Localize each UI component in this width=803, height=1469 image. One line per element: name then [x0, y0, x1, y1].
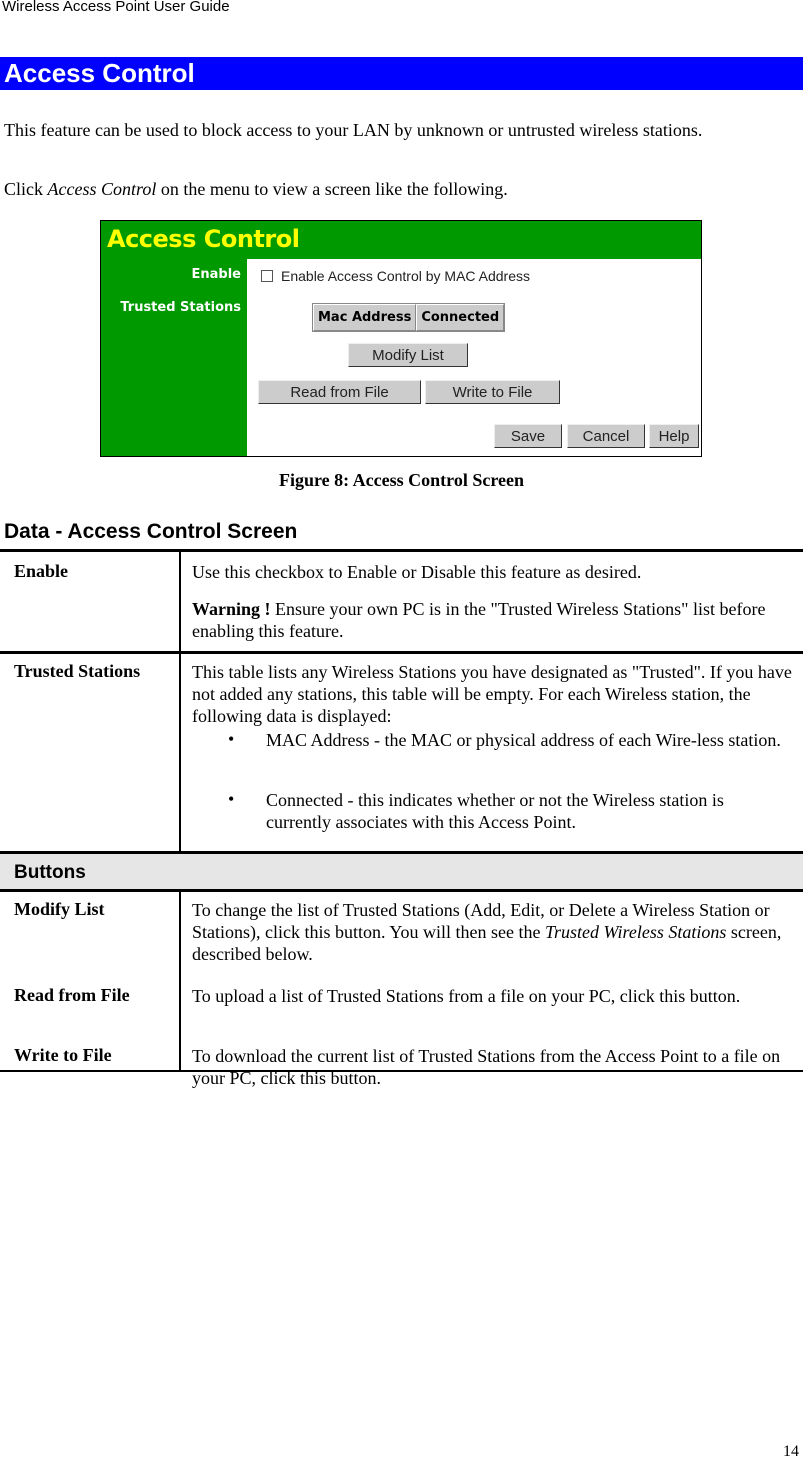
help-button[interactable]: Help — [649, 424, 699, 448]
table-rule — [0, 889, 803, 892]
desc-enable-warning: Warning ! Ensure your own PC is in the "… — [192, 598, 792, 642]
term-trusted-stations: Trusted Stations — [14, 661, 141, 681]
section-title-bar: Access Control — [0, 57, 803, 90]
column-divider — [179, 892, 181, 1072]
table-rule — [0, 549, 803, 552]
column-divider — [179, 654, 181, 851]
warning-text: Ensure your own PC is in the "Trusted Wi… — [192, 599, 766, 641]
desc-modify-list: To change the list of Trusted Stations (… — [192, 899, 792, 965]
figure-sidebar: Enable Trusted Stations — [101, 259, 247, 456]
term-enable: Enable — [14, 561, 69, 581]
read-from-file-button[interactable]: Read from File — [258, 380, 421, 404]
page-number: 14 — [783, 1443, 799, 1460]
column-header-connected: Connected — [416, 304, 505, 331]
bullet-connected: Connected - this indicates whether or no… — [266, 790, 724, 832]
buttons-band: Buttons — [0, 854, 803, 889]
table-rule — [0, 1070, 803, 1072]
desc-trusted-stations: This table lists any Wireless Stations y… — [192, 662, 792, 726]
figure-title: Access Control — [107, 225, 300, 253]
desc-write-to-file: To download the current list of Trusted … — [192, 1046, 781, 1088]
intro-paragraph: This feature can be used to block access… — [4, 120, 703, 140]
enable-label: Enable — [191, 267, 242, 282]
column-divider — [179, 552, 181, 651]
term-write-to-file: Write to File — [14, 1045, 112, 1065]
enable-checkbox-row[interactable]: Enable Access Control by MAC Address — [261, 268, 530, 284]
trusted-stations-label: Trusted Stations — [120, 300, 241, 315]
write-to-file-button[interactable]: Write to File — [425, 380, 560, 404]
bullet-mac-address: MAC Address - the MAC or physical addres… — [266, 730, 781, 750]
table-rule — [0, 651, 803, 654]
enable-checkbox[interactable] — [261, 270, 273, 282]
instruction-paragraph: Click Access Control on the menu to view… — [4, 178, 508, 200]
data-heading: Data - Access Control Screen — [4, 520, 298, 543]
bullet-marker: • — [228, 789, 235, 809]
column-header-mac: Mac Address — [313, 304, 417, 331]
menu-reference: Access Control — [47, 179, 157, 199]
figure-header: Access Control — [101, 221, 701, 259]
term-read-from-file: Read from File — [14, 985, 130, 1005]
cancel-button[interactable]: Cancel — [567, 424, 645, 448]
enable-checkbox-label: Enable Access Control by MAC Address — [281, 268, 531, 284]
warning-label: Warning ! — [192, 599, 271, 619]
term-modify-list: Modify List — [14, 899, 105, 919]
trusted-stations-table: Mac Address Connected — [312, 303, 506, 332]
buttons-band-label: Buttons — [14, 862, 86, 883]
modify-list-button[interactable]: Modify List — [348, 343, 468, 367]
save-button[interactable]: Save — [494, 424, 562, 448]
access-control-screenshot: Access Control Enable Trusted Stations E… — [100, 220, 702, 457]
instruction-pre: Click — [4, 179, 48, 199]
running-head: Wireless Access Point User Guide — [2, 0, 230, 15]
modify-desc-em: Trusted Wireless Stations — [545, 922, 727, 942]
figure-caption: Figure 8: Access Control Screen — [279, 470, 524, 490]
section-title: Access Control — [4, 58, 195, 88]
figure-body: Enable Access Control by MAC Address Mac… — [247, 259, 701, 456]
desc-read-from-file: To upload a list of Trusted Stations fro… — [192, 986, 741, 1006]
instruction-post: on the menu to view a screen like the fo… — [156, 179, 508, 199]
desc-enable: Use this checkbox to Enable or Disable t… — [192, 562, 642, 582]
bullet-marker: • — [228, 729, 235, 749]
